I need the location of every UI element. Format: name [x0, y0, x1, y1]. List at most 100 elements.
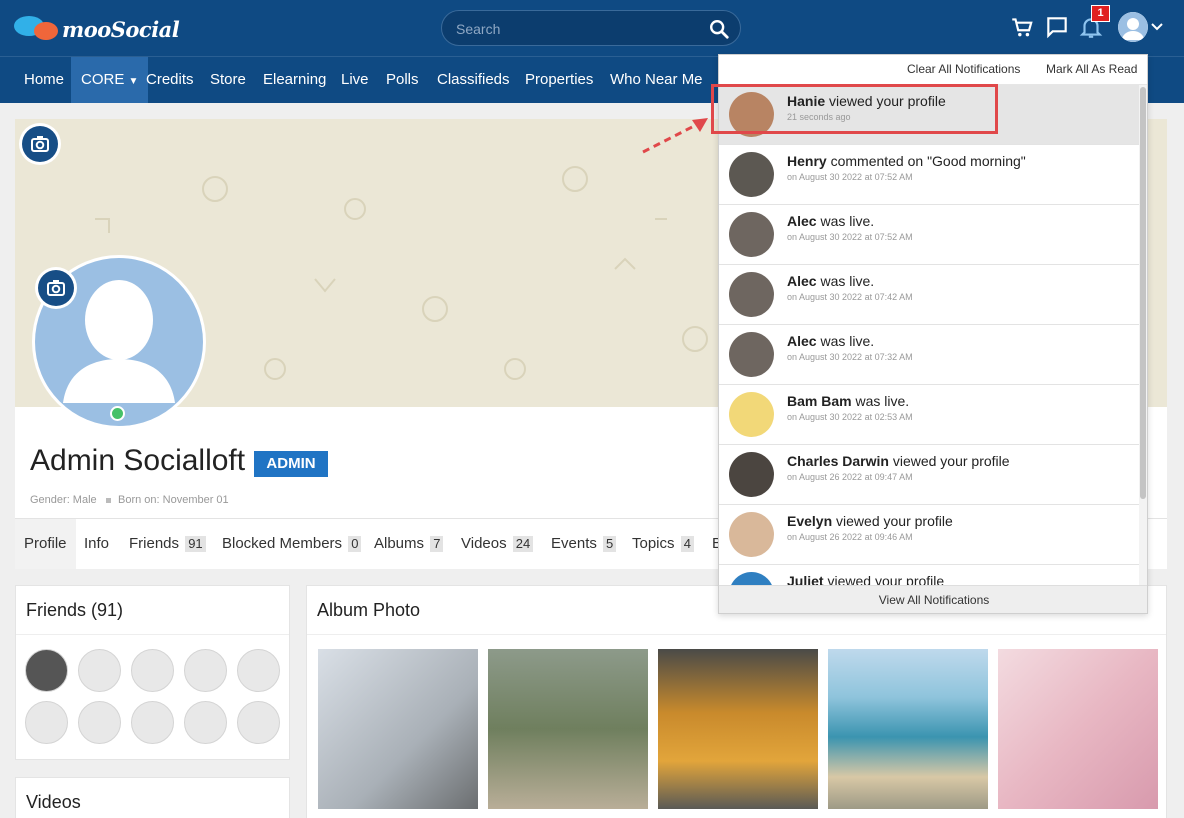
- dashed-arrow-annotation: [642, 118, 708, 154]
- search-input[interactable]: [456, 19, 696, 39]
- tab-topics[interactable]: Topics 4: [632, 519, 694, 569]
- nav-live[interactable]: Live: [341, 57, 369, 103]
- tab-profile[interactable]: Profile: [15, 519, 76, 569]
- profile-birthday: Born on: November 01: [118, 494, 229, 506]
- notification-avatar: [729, 272, 774, 317]
- notification-text: Henry commented on "Good morning": [787, 153, 1026, 169]
- notification-action: was live.: [820, 333, 875, 349]
- friend-avatar[interactable]: [78, 701, 121, 744]
- notification-item[interactable]: Alec was live. on August 30 2022 at 07:5…: [719, 205, 1139, 265]
- videos-panel: Videos: [15, 777, 290, 818]
- tab-videos[interactable]: Videos 24: [461, 519, 534, 569]
- tab-info[interactable]: Info: [84, 519, 109, 569]
- mark-all-read-link[interactable]: Mark All As Read: [1046, 62, 1137, 76]
- search-box: [441, 10, 741, 46]
- notification-avatar: [729, 512, 774, 557]
- nav-home[interactable]: Home: [24, 57, 64, 103]
- search-icon[interactable]: [708, 18, 730, 40]
- clear-all-notifications-link[interactable]: Clear All Notifications: [907, 62, 1020, 76]
- tab-label: Blocked Members: [222, 535, 343, 552]
- nav-properties[interactable]: Properties: [525, 57, 593, 103]
- nav-store[interactable]: Store: [210, 57, 246, 103]
- user-avatar-icon[interactable]: [1118, 12, 1148, 42]
- nav-core[interactable]: CORE ▼: [71, 57, 149, 103]
- online-status-dot: [110, 406, 125, 421]
- friend-avatar[interactable]: [237, 701, 280, 744]
- notification-text: Charles Darwin viewed your profile: [787, 453, 1010, 469]
- tab-label: Albums: [374, 535, 425, 552]
- notification-user: Bam Bam: [787, 393, 852, 409]
- notification-time: on August 26 2022 at 09:47 AM: [787, 472, 913, 482]
- friends-panel-title[interactable]: Friends (91): [26, 600, 123, 621]
- highlight-box-annotation: [711, 84, 998, 134]
- admin-badge: ADMIN: [254, 451, 328, 477]
- notification-user: Alec: [787, 213, 817, 229]
- tab-count: 0: [348, 536, 362, 552]
- tab-events[interactable]: Events 5: [551, 519, 617, 569]
- avatar-camera-button[interactable]: [35, 267, 77, 309]
- chevron-down-icon[interactable]: [1151, 22, 1163, 32]
- notification-item[interactable]: Charles Darwin viewed your profile on Au…: [719, 445, 1139, 505]
- nav-classifieds[interactable]: Classifieds: [437, 57, 510, 103]
- notification-text: Bam Bam was live.: [787, 393, 909, 409]
- album-panel-title[interactable]: Album Photo: [317, 600, 420, 621]
- friend-avatar[interactable]: [184, 701, 227, 744]
- tab-count: 91: [185, 536, 206, 552]
- notification-item[interactable]: Bam Bam was live. on August 30 2022 at 0…: [719, 385, 1139, 445]
- notification-dropdown: Clear All Notifications Mark All As Read…: [718, 54, 1148, 614]
- notification-avatar: [729, 212, 774, 257]
- friend-avatar[interactable]: [131, 701, 174, 744]
- logo-bubbles-icon: [14, 14, 60, 44]
- cover-camera-button[interactable]: [19, 123, 61, 165]
- tab-label: Videos: [461, 535, 507, 552]
- album-photo-coast[interactable]: [828, 649, 988, 809]
- notification-item[interactable]: Alec was live. on August 30 2022 at 07:3…: [719, 325, 1139, 385]
- notification-item[interactable]: Henry commented on "Good morning" on Aug…: [719, 145, 1139, 205]
- notification-action: was live.: [820, 213, 875, 229]
- camera-icon: [31, 136, 49, 152]
- notification-scrollbar[interactable]: [1139, 85, 1147, 585]
- notification-avatar: [729, 332, 774, 377]
- notification-avatar: [729, 152, 774, 197]
- tab-count: 4: [680, 536, 694, 552]
- videos-panel-title[interactable]: Videos: [26, 792, 81, 813]
- notification-text: Alec was live.: [787, 213, 874, 229]
- friend-avatar[interactable]: [237, 649, 280, 692]
- notification-actions: Clear All Notifications Mark All As Read: [719, 55, 1147, 85]
- notification-count-badge: 1: [1091, 5, 1110, 22]
- tab-friends[interactable]: Friends 91: [129, 519, 206, 569]
- notification-avatar: [729, 452, 774, 497]
- album-photo-blossom[interactable]: [998, 649, 1158, 809]
- nav-elearning[interactable]: Elearning: [263, 57, 326, 103]
- notification-time: on August 30 2022 at 07:32 AM: [787, 352, 913, 362]
- site-logo[interactable]: mooSocial: [14, 14, 180, 44]
- scroll-thumb[interactable]: [1140, 87, 1146, 499]
- album-photo-cat[interactable]: [318, 649, 478, 809]
- friend-avatar[interactable]: [184, 649, 227, 692]
- tab-label: Topics: [632, 535, 675, 552]
- tab-blocked-members[interactable]: Blocked Members 0: [222, 519, 362, 569]
- notification-action: was live.: [820, 273, 875, 289]
- cart-icon[interactable]: [1009, 14, 1035, 40]
- album-photo-picnic[interactable]: [488, 649, 648, 809]
- friend-avatar[interactable]: [131, 649, 174, 692]
- notification-text: Alec was live.: [787, 333, 874, 349]
- chat-icon[interactable]: [1044, 14, 1070, 40]
- notification-item[interactable]: Alec was live. on August 30 2022 at 07:4…: [719, 265, 1139, 325]
- top-header: mooSocial: [0, 0, 1184, 56]
- nav-who-near-me[interactable]: Who Near Me: [610, 57, 703, 103]
- friend-avatar[interactable]: [78, 649, 121, 692]
- notification-item[interactable]: Evelyn viewed your profile on August 26 …: [719, 505, 1139, 565]
- tab-albums[interactable]: Albums 7: [374, 519, 444, 569]
- view-all-notifications-link[interactable]: View All Notifications: [719, 585, 1147, 613]
- tab-label: Profile: [24, 535, 67, 552]
- nav-polls[interactable]: Polls: [386, 57, 419, 103]
- friend-avatar[interactable]: [25, 701, 68, 744]
- friend-avatar[interactable]: [25, 649, 68, 692]
- notification-avatar: [729, 392, 774, 437]
- tab-count: 7: [430, 536, 444, 552]
- profile-gender: Gender: Male: [30, 494, 97, 506]
- album-photo-building[interactable]: [658, 649, 818, 809]
- logo-text: mooSocial: [62, 16, 180, 42]
- nav-credits[interactable]: Credits: [146, 57, 194, 103]
